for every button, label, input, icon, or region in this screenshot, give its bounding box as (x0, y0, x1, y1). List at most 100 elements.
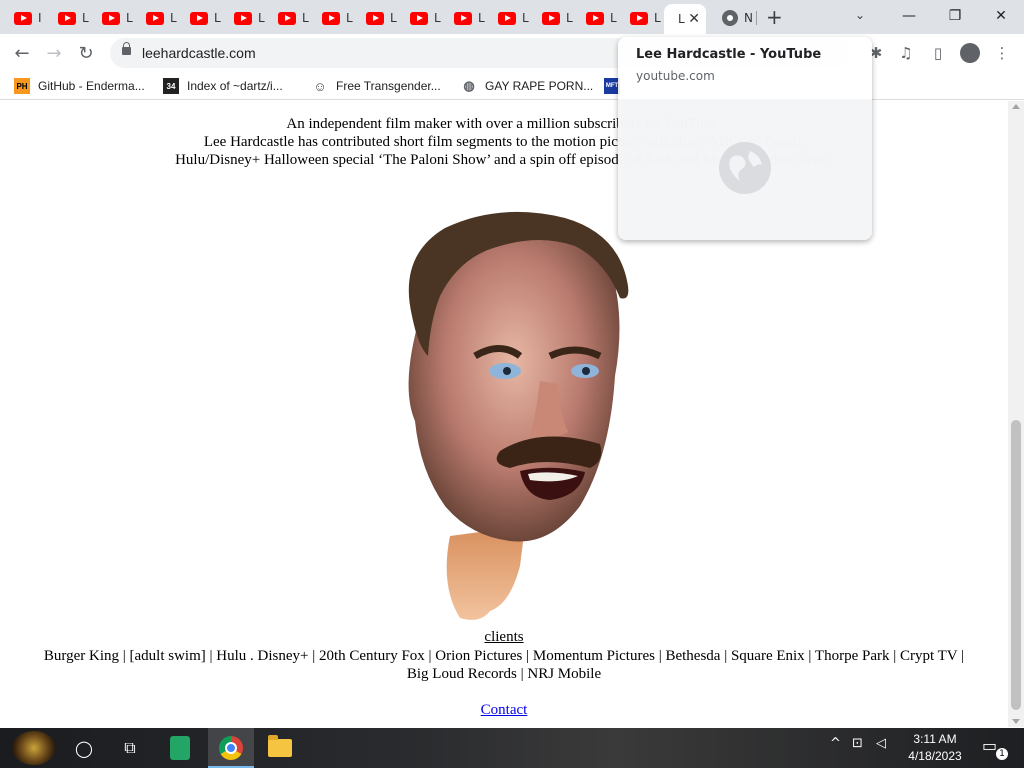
taskbar-background (0, 728, 1024, 768)
youtube-icon (14, 11, 32, 25)
tab-youtube[interactable]: L (356, 6, 400, 30)
tab-label: L (610, 11, 617, 25)
tab-youtube[interactable]: L (532, 6, 576, 30)
youtube-icon (542, 11, 560, 25)
side-panel-icon[interactable]: ▯ (928, 43, 948, 63)
sculpted-head-image (408, 211, 629, 620)
tab-youtube[interactable]: L (312, 6, 356, 30)
minimize-button[interactable]: — (886, 4, 932, 28)
bookmark-other[interactable]: ◍ GAY RAPE PORN... (461, 77, 593, 95)
tab-label: I (38, 11, 42, 25)
forward-arrow-icon[interactable]: → (42, 41, 66, 65)
close-window-button[interactable]: ✕ (978, 4, 1024, 28)
clients-line: Big Loud Records | NRJ Mobile (406, 666, 602, 682)
tab-youtube[interactable]: L (400, 6, 444, 30)
scroll-up-arrow-icon[interactable] (1012, 104, 1020, 109)
tab-label: L (478, 11, 485, 25)
clients-heading[interactable]: clients (0, 629, 1008, 646)
tab-hover-card: Lee Hardcastle - YouTube youtube.com (618, 37, 872, 240)
youtube-icon (454, 11, 472, 25)
bookmark-label: GitHub - Enderma... (38, 79, 145, 93)
clock-date: 4/18/2023 (908, 749, 962, 763)
tab-search-chevron-icon[interactable]: ⌄ (855, 8, 865, 22)
sheets-app-icon[interactable] (166, 734, 194, 762)
search-circle-icon[interactable]: ◯ (70, 734, 98, 762)
clients-list: Burger King | [adult swim] | Hulu . Disn… (6, 647, 1002, 683)
tab-new-tab-page[interactable]: N (712, 6, 756, 30)
tab-label: L (82, 11, 89, 25)
tab-label: L (214, 11, 221, 25)
bookmark-free[interactable]: ☺ Free Transgender... (312, 77, 441, 95)
new-tab-button[interactable]: + (766, 6, 783, 28)
tab-label: L (390, 11, 397, 25)
tab-youtube[interactable]: L (576, 6, 620, 30)
scroll-thumb[interactable] (1011, 420, 1021, 710)
taskbar-clock[interactable]: 3:11 AM 4/18/2023 (900, 731, 970, 765)
tab-label: L (170, 11, 177, 25)
scroll-down-arrow-icon[interactable] (1012, 719, 1020, 724)
tab-label: L (346, 11, 353, 25)
back-arrow-icon[interactable]: ← (10, 41, 34, 65)
page-scrollbar[interactable] (1008, 101, 1024, 727)
chrome-taskbar-icon[interactable] (217, 734, 245, 762)
tab-active[interactable]: L ✕ (664, 4, 706, 34)
file-explorer-icon[interactable] (266, 734, 294, 762)
youtube-icon (58, 11, 76, 25)
lock-icon[interactable] (122, 42, 131, 55)
tab-youtube[interactable]: L (92, 6, 136, 30)
youtube-icon (146, 11, 164, 25)
start-button-icon[interactable] (12, 731, 56, 765)
menu-kebab-icon[interactable]: ⋮ (992, 43, 1012, 63)
index-icon: 34 (163, 78, 179, 94)
url-text[interactable]: leehardcastle.com (142, 45, 256, 61)
network-icon[interactable]: ⊡ (852, 736, 863, 751)
tab-label: L (434, 11, 441, 25)
tab-label: L (126, 11, 133, 25)
clients-line: Burger King | [adult swim] | Hulu . Disn… (43, 648, 965, 664)
youtube-icon (102, 11, 120, 25)
tab-youtube[interactable]: L (224, 6, 268, 30)
tab-youtube[interactable]: L (268, 6, 312, 30)
youtube-icon (586, 11, 604, 25)
tab-youtube[interactable]: L (136, 6, 180, 30)
tab-close-icon[interactable]: ✕ (688, 10, 700, 28)
youtube-icon (190, 11, 208, 25)
tab-label: L (654, 11, 661, 25)
tab-youtube[interactable]: L (48, 6, 92, 30)
tray-chevron-icon[interactable]: ^ (830, 736, 841, 751)
youtube-icon (630, 11, 648, 25)
bookmark-github[interactable]: PH GitHub - Enderma... (14, 77, 145, 95)
volume-muted-icon[interactable]: ◁ (876, 736, 886, 751)
youtube-icon (366, 11, 384, 25)
hover-card-title: Lee Hardcastle - YouTube (636, 47, 822, 62)
tab-strip: I L L L L L L L L L L L L L L L ✕ N + ⌄ … (0, 0, 1024, 34)
youtube-icon (322, 11, 340, 25)
clock-time: 3:11 AM (913, 732, 957, 746)
hover-card-domain: youtube.com (636, 69, 715, 83)
maximize-button[interactable]: ❐ (932, 4, 978, 28)
contact-link[interactable]: Contact (0, 702, 1008, 719)
youtube-icon (410, 11, 428, 25)
notification-count: 1 (996, 748, 1008, 760)
tab-youtube[interactable]: L (180, 6, 224, 30)
reload-icon[interactable]: ↻ (74, 41, 98, 65)
youtube-icon (278, 11, 296, 25)
profile-avatar-icon[interactable] (960, 43, 980, 63)
notification-center-icon[interactable]: ▭ 1 (982, 736, 1008, 760)
youtube-icon (498, 11, 516, 25)
ph-icon: PH (14, 78, 30, 94)
bookmark-index[interactable]: 34 Index of ~dartz/i... (163, 77, 283, 95)
tab-label: L (678, 12, 685, 26)
tab-youtube[interactable]: L (488, 6, 532, 30)
bookmark-label: GAY RAPE PORN... (485, 79, 594, 93)
bookmark-label: Free Transgender... (336, 79, 441, 93)
bookmark-label: Index of ~dartz/i... (187, 79, 283, 93)
tab-youtube[interactable]: L (444, 6, 488, 30)
hover-card-preview (618, 99, 872, 240)
chrome-icon (722, 10, 738, 26)
tab-youtube[interactable]: I (4, 6, 48, 30)
tab-youtube[interactable]: L (620, 6, 664, 30)
task-view-icon[interactable]: ⧉ (116, 734, 144, 762)
windows-taskbar: ◯ ⧉ ^ ⊡ ◁ 3:11 AM 4/18/2023 ▭ 1 (0, 728, 1024, 768)
media-controls-icon[interactable]: ♫ (896, 43, 916, 63)
